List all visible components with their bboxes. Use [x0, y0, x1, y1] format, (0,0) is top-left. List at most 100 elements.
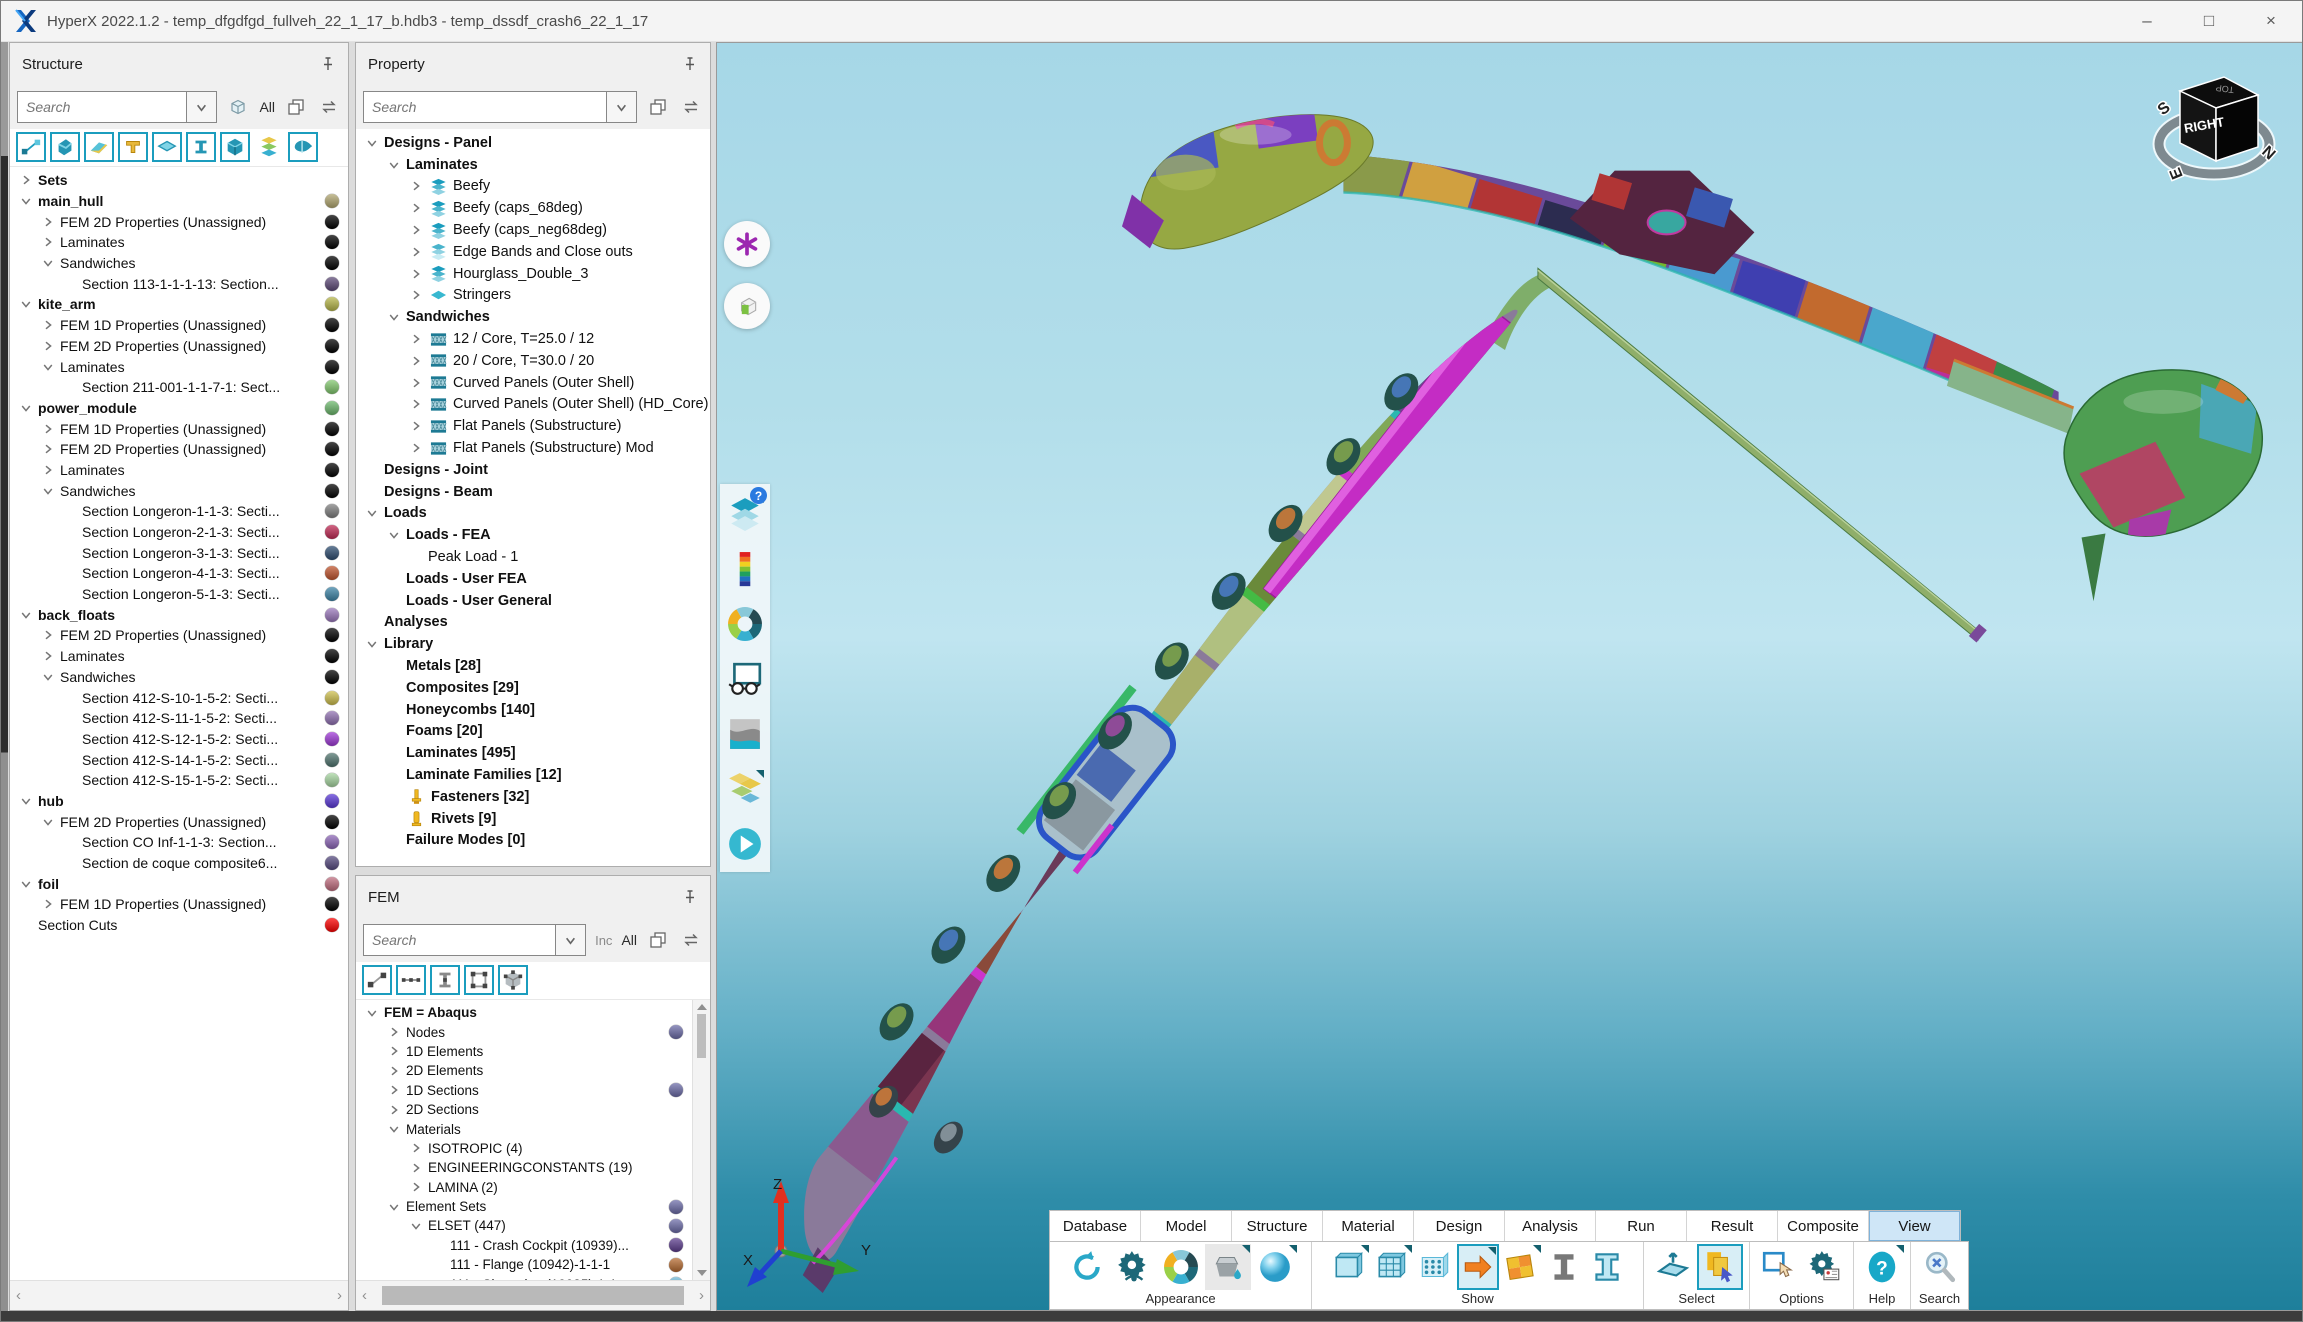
- color-swatch[interactable]: [325, 670, 339, 684]
- color-swatch[interactable]: [669, 1200, 683, 1214]
- filter-joint-button[interactable]: [118, 132, 148, 162]
- color-swatch[interactable]: [325, 918, 339, 932]
- color-swatch[interactable]: [325, 339, 339, 353]
- tree-row[interactable]: Nodes: [356, 1022, 692, 1041]
- color-swatch[interactable]: [325, 649, 339, 663]
- collapse-icon[interactable]: [40, 671, 55, 683]
- settings-card-button[interactable]: [1802, 1244, 1848, 1290]
- collapse-icon[interactable]: [408, 1220, 423, 1232]
- tree-row[interactable]: Foams [20]: [356, 721, 710, 743]
- tree-row[interactable]: Section 412-S-15-1-5-2: Secti...: [10, 770, 348, 791]
- color-swatch[interactable]: [325, 732, 339, 746]
- color-swatch[interactable]: [325, 256, 339, 270]
- tree-row[interactable]: Flat Panels (Substructure) Mod: [356, 437, 710, 459]
- pin-icon[interactable]: [682, 889, 698, 905]
- compass-letter[interactable]: S: [2155, 99, 2174, 119]
- ribbon-tab-result[interactable]: Result: [1687, 1211, 1778, 1241]
- expand-icon[interactable]: [40, 650, 55, 662]
- expand-icon[interactable]: [40, 340, 55, 352]
- expand-icon[interactable]: [408, 377, 423, 389]
- ribbon-tab-design[interactable]: Design: [1414, 1211, 1505, 1241]
- filter-plydrop-button[interactable]: [84, 132, 114, 162]
- filter-layers-button[interactable]: [254, 132, 284, 162]
- expand-icon[interactable]: [40, 236, 55, 248]
- structure-hscrollbar[interactable]: ‹›: [10, 1280, 348, 1310]
- tree-row[interactable]: Loads: [356, 503, 710, 525]
- tree-row[interactable]: Designs - Beam: [356, 481, 710, 503]
- fem-filter-quad-button[interactable]: [464, 965, 494, 995]
- pin-icon[interactable]: [320, 56, 336, 72]
- tree-row[interactable]: Laminates: [10, 356, 348, 377]
- tree-row[interactable]: Edge Bands and Close outs: [356, 241, 710, 263]
- tree-row[interactable]: 1D Elements: [356, 1042, 692, 1061]
- sphere-button[interactable]: [1252, 1244, 1298, 1290]
- ribbon-tab-composite[interactable]: Composite: [1778, 1211, 1869, 1241]
- tree-row[interactable]: Section 412-S-12-1-5-2: Secti...: [10, 729, 348, 750]
- tree-row[interactable]: Loads - User FEA: [356, 568, 710, 590]
- tree-row[interactable]: kite_arm: [10, 294, 348, 315]
- color-swatch[interactable]: [325, 380, 339, 394]
- tree-row[interactable]: Section 412-S-11-1-5-2: Secti...: [10, 708, 348, 729]
- color-swatch[interactable]: [325, 194, 339, 208]
- cascade-windows-icon[interactable]: [646, 95, 670, 119]
- ribbon-tab-analysis[interactable]: Analysis: [1505, 1211, 1596, 1241]
- color-swatch[interactable]: [325, 753, 339, 767]
- help-badge[interactable]: ?: [750, 487, 767, 504]
- fem-filter-rod-button[interactable]: [396, 965, 426, 995]
- tree-row[interactable]: Composites [29]: [356, 677, 710, 699]
- ply-colors-button[interactable]: [1500, 1244, 1542, 1290]
- view-cube[interactable]: S E N TOP RIGHT: [2142, 59, 2294, 209]
- refresh-button[interactable]: [1064, 1244, 1110, 1290]
- all-toggle[interactable]: All: [621, 932, 637, 948]
- color-swatch[interactable]: [325, 318, 339, 332]
- beam-section-button[interactable]: [1543, 1244, 1585, 1290]
- solid-cube-button[interactable]: [724, 283, 770, 329]
- collapse-icon[interactable]: [18, 878, 33, 890]
- tree-row[interactable]: hub: [10, 791, 348, 812]
- expand-icon[interactable]: [40, 464, 55, 476]
- color-swatch[interactable]: [325, 215, 339, 229]
- tree-row[interactable]: Peak Load - 1: [356, 546, 710, 568]
- tree-row[interactable]: Honeycombs [140]: [356, 699, 710, 721]
- model-hull[interactable]: [784, 272, 1580, 1294]
- ribbon-tab-model[interactable]: Model: [1141, 1211, 1232, 1241]
- tree-row[interactable]: Section CO Inf-1-1-3: Section...: [10, 832, 348, 853]
- ply-display-button[interactable]: [725, 769, 765, 809]
- ribbon-tab-material[interactable]: Material: [1323, 1211, 1414, 1241]
- search-dropdown-button[interactable]: [607, 91, 637, 123]
- tree-row[interactable]: Loads - User General: [356, 590, 710, 612]
- filter-ibeam-button[interactable]: [186, 132, 216, 162]
- tree-row[interactable]: foil: [10, 873, 348, 894]
- collapse-icon[interactable]: [40, 257, 55, 269]
- expand-icon[interactable]: [18, 174, 33, 186]
- tree-row[interactable]: 111 - Flange (10942)-1-1-1: [356, 1255, 692, 1274]
- filter-beam-button[interactable]: [16, 132, 46, 162]
- expand-icon[interactable]: [408, 398, 423, 410]
- element-mesh-button[interactable]: [1414, 1244, 1456, 1290]
- close-button[interactable]: ×: [2240, 1, 2302, 41]
- filter-solid-button[interactable]: [50, 132, 80, 162]
- expand-icon[interactable]: [408, 180, 423, 192]
- collapse-icon[interactable]: [386, 1201, 401, 1213]
- collapse-icon[interactable]: [18, 402, 33, 414]
- tree-row[interactable]: Laminate Families [12]: [356, 764, 710, 786]
- collapse-icon[interactable]: [18, 795, 33, 807]
- tree-row[interactable]: power_module: [10, 398, 348, 419]
- model-3d[interactable]: [717, 43, 2302, 1310]
- color-swatch[interactable]: [325, 525, 339, 539]
- tree-row[interactable]: 1D Sections: [356, 1081, 692, 1100]
- review-mode-button[interactable]: [725, 659, 765, 699]
- tree-row[interactable]: FEM = Abaqus: [356, 1003, 692, 1022]
- expand-icon[interactable]: [408, 1142, 423, 1154]
- paint-button[interactable]: [1205, 1244, 1251, 1290]
- viewport-3d[interactable]: ? S E N TOP RIGHT: [716, 42, 2302, 1311]
- tree-row[interactable]: Section 412-S-10-1-5-2: Secti...: [10, 687, 348, 708]
- plane-select-button[interactable]: [1650, 1244, 1696, 1290]
- tree-row[interactable]: Element Sets: [356, 1197, 692, 1216]
- color-swatch[interactable]: [669, 1025, 683, 1039]
- model-left-float[interactable]: [1122, 101, 1373, 249]
- color-wheel-button[interactable]: [725, 604, 765, 644]
- tree-row[interactable]: Laminates: [10, 232, 348, 253]
- pick-options-button[interactable]: [1755, 1244, 1801, 1290]
- color-swatch[interactable]: [669, 1238, 683, 1252]
